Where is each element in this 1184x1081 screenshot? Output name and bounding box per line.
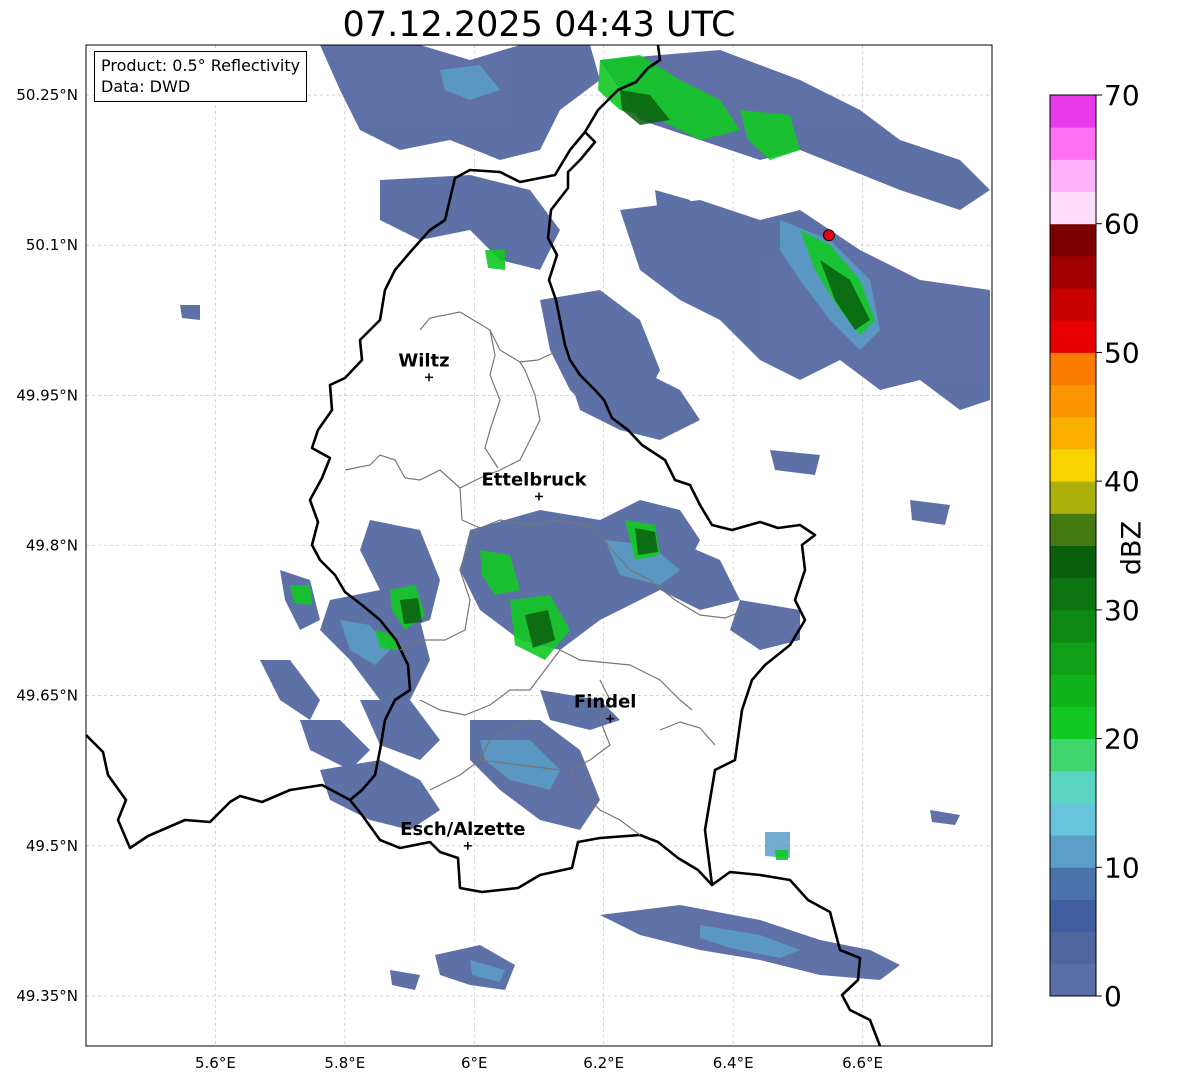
lat-tick-label: 50.25°N [16,86,78,104]
colorbar-segment [1050,770,1096,804]
colorbar-segment [1050,384,1096,418]
lat-tick-label: 49.8°N [26,537,78,555]
colorbar-segment [1050,899,1096,933]
colorbar-segment [1050,481,1096,514]
colorbar-segment [1050,255,1096,289]
colorbar-segment [1050,545,1096,579]
colorbar-segment [1050,320,1096,353]
lat-tick-label: 50.1°N [26,236,78,254]
colorbar-tick-label: 40 [1104,465,1140,498]
latitude-ticks: 50.25°N 50.1°N 49.95°N 49.8°N 49.65°N 49.5°N 4… [16,86,78,1005]
echo-layer-light [180,45,990,990]
data-source-label: Data: DWD [101,77,191,96]
lat-tick-label: 49.5°N [26,837,78,855]
colorbar-segment [1050,223,1096,257]
colorbar-segment [1050,738,1096,772]
colorbar-label: dBZ [1116,520,1148,576]
lon-tick-label: 6.4°E [713,1054,754,1072]
colorbar-tick-label: 30 [1104,594,1140,627]
lon-tick-label: 6°E [461,1054,488,1072]
colorbar-segment [1050,802,1096,836]
city-label: Esch/Alzette [400,819,525,840]
product-label: Product: 0.5° Reflectivity [101,56,301,75]
radar-site-marker [822,229,835,242]
colorbar-tick-label: 20 [1104,723,1140,756]
city-wiltz: Wiltz [398,350,450,382]
colorbar-segment [1050,448,1096,482]
colorbar-tick-label: 70 [1104,79,1140,112]
lon-tick-label: 6.6°E [842,1054,883,1072]
lat-tick-label: 49.95°N [16,386,78,404]
lon-tick-label: 5.6°E [195,1054,236,1072]
colorbar-segment [1050,835,1096,868]
colorbar-segment [1050,159,1096,193]
colorbar-tick-label: 10 [1104,851,1140,884]
colorbar-tick-label: 60 [1104,208,1140,241]
colorbar-segment [1050,513,1096,546]
radar-map: 50.25°N 50.1°N 49.95°N 49.8°N 49.65°N 49.5°N 4… [16,44,1140,1072]
colorbar-segment [1050,609,1096,643]
city-label: Ettelbruck [481,469,587,490]
lat-tick-label: 49.65°N [16,687,78,705]
lon-tick-label: 5.8°E [324,1054,365,1072]
colorbar-segment [1050,867,1096,900]
colorbar-segment [1050,642,1096,675]
colorbar-segment [1050,191,1096,225]
longitude-ticks: 5.6°E 5.8°E 6°E 6.2°E 6.4°E 6.6°E [195,1054,883,1072]
lon-tick-label: 6.2°E [583,1054,624,1072]
colorbar-segment [1050,416,1096,450]
colorbar-segment [1050,95,1096,128]
city-label: Wiltz [398,350,449,371]
colorbar-segment [1050,577,1096,611]
colorbar-segment [1050,931,1096,965]
colorbar-segment [1050,706,1096,740]
product-info-box: Product: 0.5° Reflectivity Data: DWD [94,51,308,102]
radar-echoes [180,45,990,990]
colorbar-segment [1050,288,1096,321]
colorbar-segment [1050,674,1096,707]
colorbar-tick-label: 50 [1104,336,1140,369]
colorbar-tick-label: 0 [1104,980,1122,1013]
colorbar-segment [1050,963,1096,997]
colorbar-segment [1050,127,1096,160]
colorbar-segment [1050,352,1096,386]
lat-tick-label: 49.35°N [16,987,78,1005]
city-ettelbruck: Ettelbruck [481,469,588,501]
city-label: Findel [574,692,637,713]
